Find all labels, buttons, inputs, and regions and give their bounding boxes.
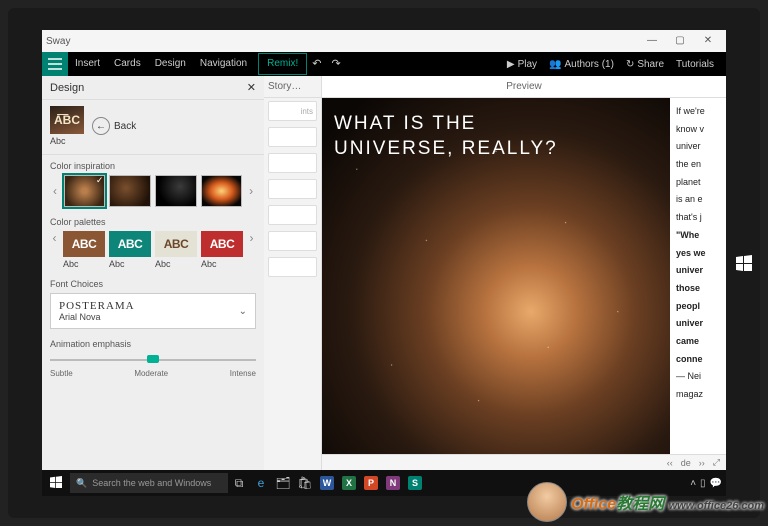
storyline-title: Story… — [264, 76, 321, 98]
undo-button[interactable]: ↶ — [307, 52, 326, 76]
window-minimize[interactable]: — — [638, 30, 666, 52]
palette-1[interactable]: ABCAbc — [63, 231, 105, 269]
design-panel-title: Design — [50, 82, 84, 94]
palette-next[interactable]: › — [247, 231, 256, 245]
selected-style-swatch[interactable]: A͞BC — [50, 106, 84, 134]
preview-page: de — [681, 458, 691, 468]
story-card[interactable] — [268, 257, 317, 277]
powerpoint-icon[interactable]: P — [360, 470, 382, 496]
selected-style-label: Abc — [50, 136, 66, 146]
preview-footer: ‹‹ de ›› ⤢ — [322, 454, 726, 470]
menu-navigation[interactable]: Navigation — [193, 52, 254, 76]
design-panel: Design ✕ A͞BC Abc ← Back Color inspirati… — [42, 76, 264, 470]
window-titlebar: Sway — ▢ ✕ — [42, 30, 726, 52]
preview-headline: WHAT IS THEUNIVERSE, REALLY? — [334, 112, 658, 161]
onenote-icon[interactable]: N — [382, 470, 404, 496]
animation-emphasis-label: Animation emphasis — [50, 339, 256, 349]
palette-3[interactable]: ABCAbc — [155, 231, 197, 269]
inspiration-prev[interactable]: ‹ — [50, 184, 60, 198]
play-button[interactable]: ▶Play — [501, 59, 543, 70]
excel-icon[interactable]: X — [338, 470, 360, 496]
preview-title: Preview — [322, 76, 726, 98]
font-choice-dropdown[interactable]: POSTERAMA Arial Nova ⌄ — [50, 293, 256, 329]
notifications-icon[interactable]: 💬 — [710, 478, 722, 489]
sway-icon[interactable]: S — [404, 470, 426, 496]
preview-next[interactable]: ›› — [699, 458, 705, 468]
back-icon: ← — [92, 117, 110, 135]
font-primary: POSTERAMA — [59, 300, 239, 312]
preview-side-text: If we'reknow vuniver the enplanetis an e… — [670, 98, 726, 454]
story-card[interactable] — [268, 179, 317, 199]
anim-label-intense: Intense — [230, 369, 256, 378]
tutorials-button[interactable]: Tutorials — [670, 59, 720, 70]
inspiration-next[interactable]: › — [246, 184, 256, 198]
menu-design[interactable]: Design — [148, 52, 193, 76]
preview-prev[interactable]: ‹‹ — [667, 458, 673, 468]
taskbar-search[interactable]: 🔍 Search the web and Windows — [70, 473, 228, 493]
preview-expand-icon[interactable]: ⤢ — [713, 457, 720, 468]
window-close[interactable]: ✕ — [694, 30, 722, 52]
slider-handle[interactable] — [147, 355, 159, 363]
play-icon: ▶ — [507, 59, 515, 70]
menu-cards[interactable]: Cards — [107, 52, 148, 76]
font-choices-label: Font Choices — [50, 279, 256, 289]
share-icon: ↻ — [626, 59, 634, 70]
authors-icon: 👥 — [549, 59, 561, 70]
story-card[interactable] — [268, 231, 317, 251]
hamburger-menu[interactable] — [42, 52, 68, 76]
redo-button[interactable]: ↷ — [326, 52, 345, 76]
file-explorer-icon[interactable]: 🗂 — [272, 470, 294, 496]
window-title: Sway — [46, 36, 70, 47]
word-icon[interactable]: W — [316, 470, 338, 496]
anim-label-subtle: Subtle — [50, 369, 73, 378]
share-button[interactable]: ↻Share — [620, 59, 670, 70]
battery-icon[interactable]: ▯ — [700, 478, 706, 489]
start-button[interactable] — [42, 476, 70, 491]
back-button[interactable]: ← Back — [92, 117, 136, 135]
palette-4[interactable]: ABCAbc — [201, 231, 243, 269]
story-card[interactable] — [268, 127, 317, 147]
store-icon[interactable]: 🛍 — [294, 470, 316, 496]
design-panel-close[interactable]: ✕ — [247, 81, 256, 94]
chevron-down-icon: ⌄ — [239, 306, 247, 317]
story-card[interactable] — [268, 205, 317, 225]
task-view-icon[interactable]: ⧉ — [228, 470, 250, 496]
inspiration-thumb-1[interactable] — [64, 175, 106, 207]
search-icon: 🔍 — [76, 478, 87, 489]
tray-up-icon[interactable]: ˄ — [690, 478, 696, 489]
preview-slide[interactable]: WHAT IS THEUNIVERSE, REALLY? — [322, 98, 670, 454]
anim-label-moderate: Moderate — [134, 369, 168, 378]
color-palettes-label: Color palettes — [50, 217, 256, 227]
authors-button[interactable]: 👥Authors (1) — [543, 59, 620, 70]
font-secondary: Arial Nova — [59, 312, 239, 322]
palette-prev[interactable]: ‹ — [50, 231, 59, 245]
preview-pane: Preview WHAT IS THEUNIVERSE, REALLY? If … — [322, 76, 726, 470]
windows-taskbar: 🔍 Search the web and Windows ⧉ e 🗂 🛍 W X… — [42, 470, 726, 496]
animation-slider[interactable] — [50, 353, 256, 367]
story-card[interactable]: ints — [268, 101, 317, 121]
window-maximize[interactable]: ▢ — [666, 30, 694, 52]
color-inspiration-label: Color inspiration — [50, 161, 256, 171]
menu-remix[interactable]: Remix! — [258, 53, 307, 75]
menu-insert[interactable]: Insert — [68, 52, 107, 76]
inspiration-thumb-4[interactable] — [201, 175, 243, 207]
edge-icon[interactable]: e — [250, 470, 272, 496]
tablet-windows-button[interactable] — [736, 255, 752, 271]
story-card[interactable] — [268, 153, 317, 173]
inspiration-thumb-2[interactable] — [109, 175, 151, 207]
app-menubar: Insert Cards Design Navigation Remix! ↶ … — [42, 52, 726, 76]
inspiration-thumb-3[interactable] — [155, 175, 197, 207]
palette-2[interactable]: ABCAbc — [109, 231, 151, 269]
storyline-strip: Story… ints — [264, 76, 322, 470]
